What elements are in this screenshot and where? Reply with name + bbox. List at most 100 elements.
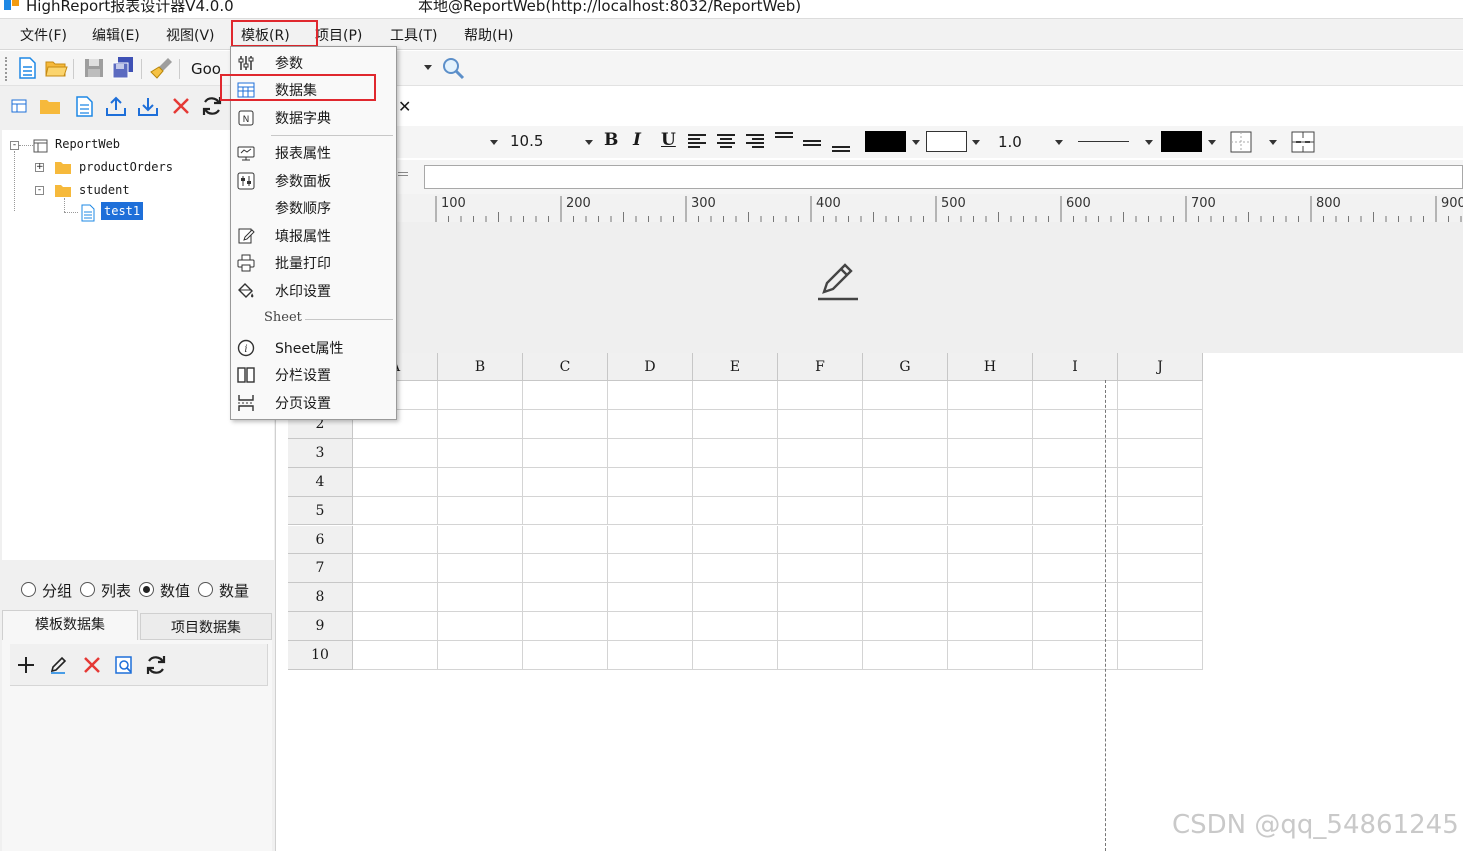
font-dropdown-arrow-icon[interactable]: [424, 65, 432, 70]
grid-cell[interactable]: [863, 583, 948, 613]
grid-cell[interactable]: [693, 583, 778, 613]
grid-cell[interactable]: [778, 554, 863, 584]
fill-color-swatch[interactable]: [926, 131, 967, 152]
column-header-c[interactable]: C: [523, 353, 608, 381]
grid-cell[interactable]: [863, 525, 948, 555]
grid-cell[interactable]: [693, 409, 778, 439]
add-icon[interactable]: [16, 655, 36, 675]
grid-cell[interactable]: [948, 612, 1033, 642]
grid-cell[interactable]: [608, 583, 693, 613]
grid-cell[interactable]: [778, 525, 863, 555]
line-style-preview[interactable]: [1078, 141, 1129, 142]
grid-cell[interactable]: [863, 496, 948, 526]
grid-cell[interactable]: [948, 438, 1033, 468]
align-left-icon[interactable]: [687, 133, 707, 151]
preview-search-icon[interactable]: [114, 655, 134, 675]
menu-view[interactable]: 视图(V): [166, 25, 215, 45]
row-header[interactable]: 7: [288, 554, 353, 584]
grid-cell[interactable]: [1118, 496, 1203, 526]
menu-item-parameter-order[interactable]: 参数顺序: [231, 194, 396, 221]
grid-cell[interactable]: [353, 583, 438, 613]
grid-cell[interactable]: [523, 554, 608, 584]
menu-item-pagination-settings[interactable]: 分页设置: [231, 389, 396, 416]
column-header-e[interactable]: E: [693, 353, 778, 381]
tree-collapse-icon[interactable]: -: [35, 186, 44, 195]
grid-cell[interactable]: [1118, 641, 1203, 670]
new-file-icon[interactable]: [14, 55, 40, 81]
edit-pen-icon[interactable]: [816, 260, 860, 302]
grid-cell[interactable]: [438, 409, 523, 439]
grid-cell[interactable]: [1118, 612, 1203, 642]
grid-cell[interactable]: [438, 641, 523, 670]
new-report-icon[interactable]: [73, 95, 95, 117]
align-right-icon[interactable]: [745, 133, 765, 151]
border-dropdown-icon[interactable]: [1269, 140, 1277, 145]
grid-cell[interactable]: [1118, 467, 1203, 497]
underline-icon[interactable]: U: [661, 130, 676, 150]
download-icon[interactable]: [137, 95, 159, 117]
tab-project-datasets[interactable]: 项目数据集: [140, 613, 272, 640]
grid-cell[interactable]: [608, 438, 693, 468]
grid-cell[interactable]: [778, 409, 863, 439]
menu-item-parameter-panel[interactable]: 参数面板: [231, 167, 396, 194]
grid-cell[interactable]: [693, 381, 778, 410]
grid-cell[interactable]: [353, 525, 438, 555]
align-middle-icon[interactable]: [802, 133, 822, 153]
grid-cell[interactable]: [608, 641, 693, 670]
menu-item-report-properties[interactable]: 报表属性: [231, 139, 396, 166]
border-grid-icon[interactable]: [1230, 131, 1252, 153]
grid-cell[interactable]: [1118, 381, 1203, 410]
merge-cells-icon[interactable]: [1291, 131, 1315, 153]
grid-cell[interactable]: [778, 381, 863, 410]
grid-cell[interactable]: [438, 381, 523, 410]
grid-cell[interactable]: [1118, 525, 1203, 555]
grid-cell[interactable]: [608, 409, 693, 439]
border-color-dropdown-icon[interactable]: [1208, 140, 1216, 145]
grid-cell[interactable]: [863, 438, 948, 468]
column-header-g[interactable]: G: [863, 353, 948, 381]
grid-cell[interactable]: [353, 641, 438, 670]
grid-cell[interactable]: [778, 583, 863, 613]
font-family-dropdown-icon[interactable]: [490, 140, 498, 145]
grid-cell[interactable]: [948, 554, 1033, 584]
menu-file[interactable]: 文件(F): [20, 25, 67, 45]
radio-value-mode[interactable]: [139, 582, 154, 597]
new-folder-icon[interactable]: [39, 96, 61, 116]
window-icon[interactable]: [10, 97, 28, 115]
italic-icon[interactable]: I: [633, 130, 641, 150]
column-header-f[interactable]: F: [778, 353, 863, 381]
row-header[interactable]: 3: [288, 438, 353, 468]
align-bottom-icon[interactable]: [831, 135, 851, 155]
menu-edit[interactable]: 编辑(E): [92, 25, 140, 45]
grid-cell[interactable]: [523, 381, 608, 410]
grid-cell[interactable]: [1118, 554, 1203, 584]
grid-cell[interactable]: [693, 641, 778, 670]
column-header-d[interactable]: D: [608, 353, 693, 381]
delete-icon[interactable]: [82, 655, 102, 675]
grid-cell[interactable]: [693, 496, 778, 526]
grid-cell[interactable]: [863, 381, 948, 410]
grid-cell[interactable]: [693, 525, 778, 555]
menu-project[interactable]: 项目(P): [315, 25, 362, 45]
menu-tools[interactable]: 工具(T): [390, 25, 437, 45]
grid-cell[interactable]: [948, 583, 1033, 613]
grid-cell[interactable]: [863, 641, 948, 670]
tab-template-datasets[interactable]: 模板数据集: [2, 610, 138, 640]
grid-cell[interactable]: [438, 438, 523, 468]
grid-cell[interactable]: [778, 641, 863, 670]
grid-cell[interactable]: [1118, 438, 1203, 468]
grid-cell[interactable]: [353, 554, 438, 584]
tree-collapse-icon[interactable]: -: [10, 141, 19, 150]
grid-cell[interactable]: [523, 409, 608, 439]
grid-cell[interactable]: [353, 467, 438, 497]
menu-item-sheet-properties[interactable]: i Sheet属性: [231, 334, 396, 361]
grid-cell[interactable]: [863, 409, 948, 439]
grid-cell[interactable]: [438, 525, 523, 555]
tree-root-label[interactable]: ReportWeb: [55, 137, 120, 151]
radio-list-mode[interactable]: [80, 582, 95, 597]
menu-help[interactable]: 帮助(H): [464, 25, 513, 45]
column-header-b[interactable]: B: [438, 353, 523, 381]
grid-cell[interactable]: [523, 525, 608, 555]
tree-item-test1[interactable]: test1: [101, 202, 144, 220]
radio-count-mode[interactable]: [198, 582, 213, 597]
